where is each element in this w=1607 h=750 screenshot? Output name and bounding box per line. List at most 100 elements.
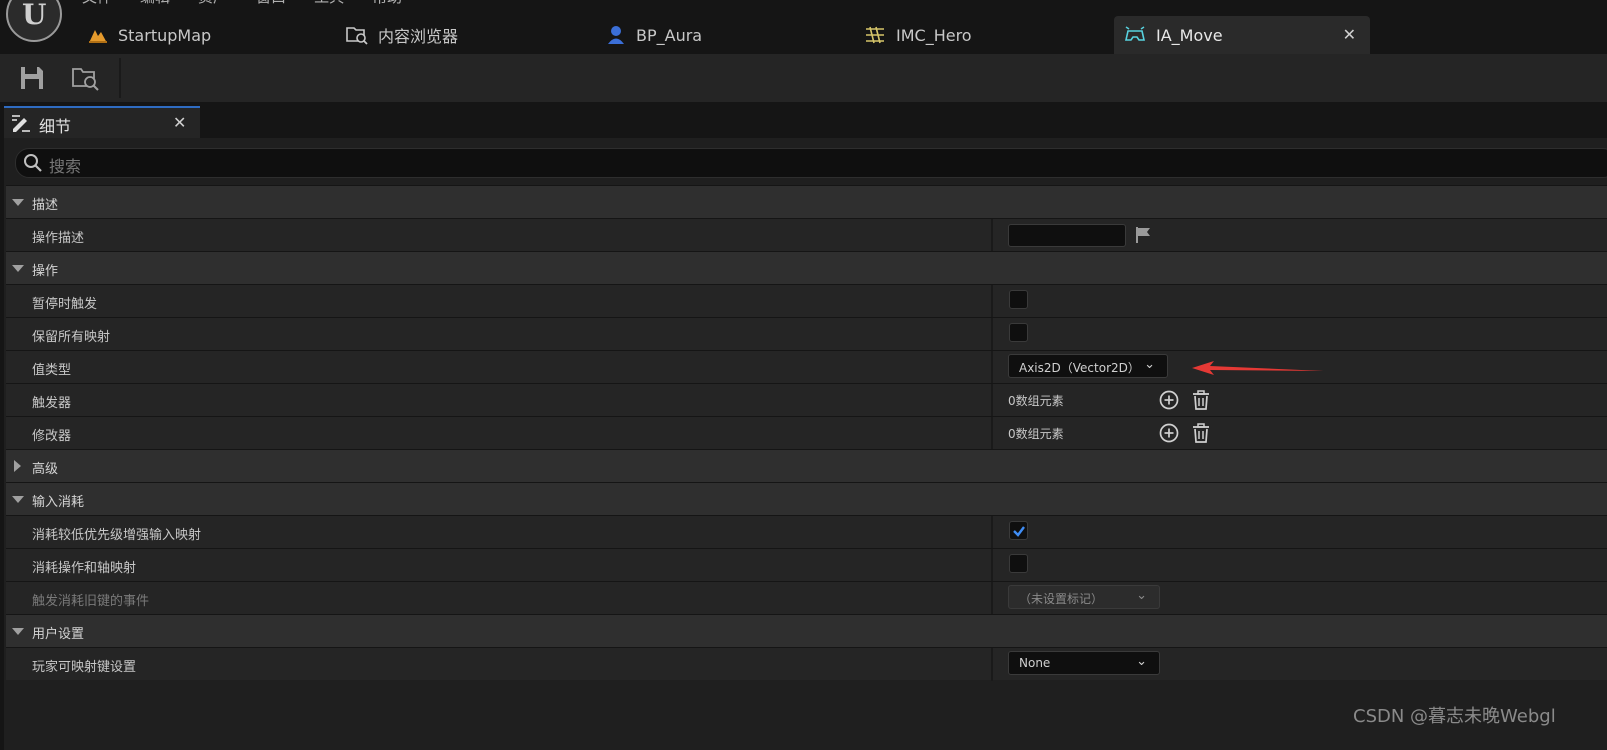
property-row-value-type: 值类型 Axis2D（Vector2D） ⌄ [6, 350, 1607, 384]
tab-content-browser[interactable]: 内容浏览器 [346, 16, 596, 54]
column-divider[interactable] [991, 351, 993, 384]
menu-item-edit[interactable]: 编辑 [140, 0, 170, 8]
column-divider[interactable] [991, 516, 993, 549]
consume-action-axis-checkbox[interactable] [1009, 554, 1028, 573]
action-description-field[interactable] [1008, 224, 1126, 247]
player-mappable-settings-dropdown[interactable]: None ⌄ [1008, 651, 1160, 675]
column-divider[interactable] [991, 219, 993, 252]
watermark: CSDN @暮志未晚Webgl [1353, 706, 1556, 727]
triggers-array-count: 0数组元素 [1008, 394, 1064, 408]
map-icon [89, 30, 107, 43]
expand-arrow-icon [14, 460, 21, 472]
add-element-icon[interactable] [1158, 422, 1180, 444]
column-divider[interactable] [991, 549, 993, 582]
asset-toolbar [0, 54, 1607, 102]
value-type-selected: Axis2D（Vector2D） [1019, 361, 1140, 375]
player-mappable-selected: None [1019, 656, 1051, 670]
details-tab-label: 细节 [39, 117, 72, 136]
category-user-settings[interactable]: 用户设置 [6, 614, 1607, 647]
menu-item-help[interactable]: 帮助 [372, 0, 402, 8]
tab-label: StartupMap [118, 25, 212, 45]
column-divider[interactable] [991, 648, 993, 681]
property-row-player-mappable-settings: 玩家可映射键设置 None ⌄ [6, 647, 1607, 681]
property-label: 值类型 [32, 363, 72, 378]
unreal-logo[interactable]: U [6, 0, 62, 42]
trigger-legacy-tags-dropdown[interactable]: （未设置标记） ⌄ [1008, 585, 1160, 609]
property-label: 修改器 [32, 429, 72, 444]
checkmark-icon [1013, 526, 1025, 537]
category-input-consumption[interactable]: 输入消耗 [6, 482, 1607, 515]
search-icon [24, 154, 42, 172]
category-description[interactable]: 描述 [6, 185, 1607, 218]
details-tab-strip [0, 102, 1607, 140]
category-action[interactable]: 操作 [6, 251, 1607, 284]
category-label: 输入消耗 [32, 495, 85, 510]
category-label: 操作 [32, 264, 59, 279]
menu-item-tools[interactable]: 工具 [314, 0, 344, 8]
save-icon[interactable] [17, 64, 47, 92]
tab-bp-aura[interactable]: BP_Aura [606, 16, 856, 54]
tab-details[interactable]: 细节 ✕ [4, 106, 200, 138]
add-element-icon[interactable] [1158, 389, 1180, 411]
consume-lower-priority-checkbox[interactable] [1009, 521, 1028, 540]
delete-all-icon[interactable] [1190, 422, 1212, 444]
tab-label: 内容浏览器 [378, 27, 459, 46]
close-details-icon[interactable]: ✕ [173, 113, 186, 132]
title-bar: U 文件 编辑 资产 窗口 工具 帮助 StartupMap 内容浏览器 BP_… [0, 0, 1607, 54]
collapse-arrow-icon [12, 628, 24, 635]
property-label: 暂停时触发 [32, 297, 98, 312]
property-row-consume-action-axis: 消耗操作和轴映射 [6, 548, 1607, 582]
collapse-arrow-icon [12, 496, 24, 503]
search-placeholder: 搜索 [49, 157, 82, 176]
property-label: 保留所有映射 [32, 330, 111, 345]
annotation-arrow-icon [1192, 361, 1324, 375]
mapping-context-icon [866, 26, 884, 44]
trigger-when-paused-checkbox[interactable] [1009, 290, 1028, 309]
menu-item-file[interactable]: 文件 [82, 0, 112, 8]
details-pencil-icon [12, 115, 30, 132]
close-tab-icon[interactable]: ✕ [1343, 25, 1356, 44]
tab-imc-hero[interactable]: IMC_Hero [864, 16, 1114, 54]
column-divider[interactable] [991, 318, 993, 351]
property-label: 触发消耗旧键的事件 [32, 594, 150, 609]
property-row-trigger-when-paused: 暂停时触发 [6, 284, 1607, 318]
delete-all-icon[interactable] [1190, 389, 1212, 411]
search-input[interactable]: 搜索 [15, 148, 1607, 178]
blueprint-icon [608, 26, 624, 44]
menu-item-window[interactable]: 窗口 [256, 0, 286, 8]
toolbar-separator [119, 58, 121, 98]
property-row-action-description: 操作描述 [6, 218, 1607, 252]
category-label: 高级 [32, 462, 59, 477]
property-label: 消耗较低优先级增强输入映射 [32, 528, 202, 543]
localization-flag-icon[interactable] [1134, 226, 1152, 244]
collapse-arrow-icon [12, 199, 24, 206]
column-divider[interactable] [991, 582, 993, 615]
property-label: 操作描述 [32, 231, 85, 246]
property-row-modifiers: 修改器 0数组元素 [6, 416, 1607, 450]
category-label: 描述 [32, 198, 59, 213]
chevron-down-icon: ⌄ [1136, 588, 1147, 603]
column-divider[interactable] [991, 384, 993, 417]
property-label: 消耗操作和轴映射 [32, 561, 137, 576]
tab-ia-move[interactable]: IA_Move ✕ [1114, 16, 1370, 54]
property-row-triggers: 触发器 0数组元素 [6, 383, 1607, 417]
category-advanced[interactable]: 高级 [6, 449, 1607, 482]
column-divider[interactable] [991, 417, 993, 450]
menu-item-asset[interactable]: 资产 [198, 0, 228, 8]
value-type-dropdown[interactable]: Axis2D（Vector2D） ⌄ [1008, 354, 1168, 378]
trigger-legacy-selected: （未设置标记） [1019, 592, 1104, 606]
content-browser-icon [346, 27, 368, 45]
tab-startupmap[interactable]: StartupMap [88, 16, 338, 54]
chevron-down-icon: ⌄ [1144, 357, 1155, 372]
column-divider[interactable] [991, 285, 993, 318]
property-row-consume-lower-priority: 消耗较低优先级增强输入映射 [6, 515, 1607, 549]
collapse-arrow-icon [12, 265, 24, 272]
property-label: 玩家可映射键设置 [32, 660, 137, 675]
category-label: 用户设置 [32, 627, 85, 642]
modifiers-array-count: 0数组元素 [1008, 427, 1064, 441]
reserve-all-mappings-checkbox[interactable] [1009, 323, 1028, 342]
tab-label: IA_Move [1156, 25, 1223, 45]
input-action-icon [1125, 26, 1145, 41]
browse-to-asset-icon[interactable] [70, 64, 100, 92]
menu-bar: 文件 编辑 资产 窗口 工具 帮助 [82, 0, 402, 8]
